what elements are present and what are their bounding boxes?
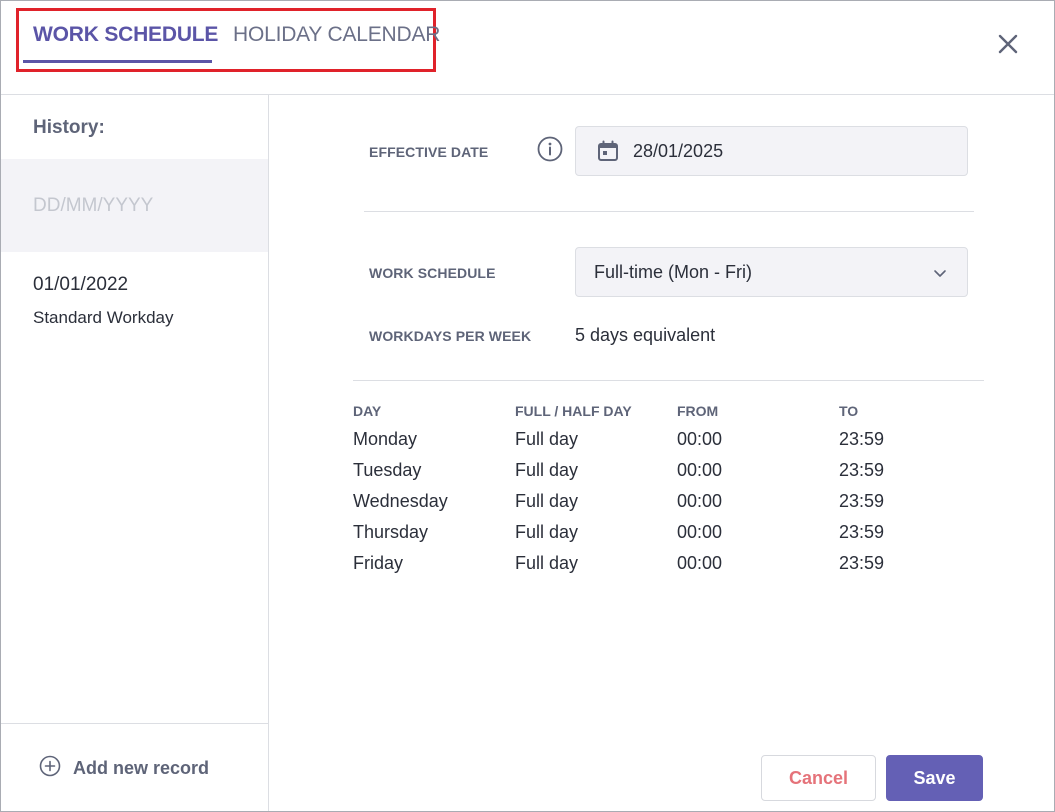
cell-to: 23:59	[839, 553, 885, 573]
header-day: DAY	[353, 403, 382, 419]
cell-from: 00:00	[677, 429, 723, 449]
draft-date-placeholder: DD/MM/YYYY	[33, 195, 154, 216]
cell-day-type: Full day	[515, 429, 579, 449]
plus-circle-icon	[39, 755, 61, 782]
header-to: TO	[839, 403, 859, 419]
table-row: Wednesday Full day 00:00 23:59	[353, 491, 953, 522]
work-schedule-value: Full-time (Mon - Fri)	[594, 262, 752, 282]
table-row: Monday Full day 00:00 23:59	[353, 429, 953, 460]
tab-work-schedule[interactable]: WORK SCHEDULE	[33, 23, 218, 47]
cell-day-type: Full day	[515, 553, 579, 573]
cancel-button[interactable]: Cancel	[761, 755, 876, 801]
cell-day-type: Full day	[515, 522, 579, 542]
table-divider	[353, 380, 984, 381]
cell-to: 23:59	[839, 491, 885, 511]
active-tab-underline	[23, 60, 212, 63]
chevron-down-icon	[932, 265, 948, 281]
effective-date-label: EFFECTIVE DATE	[369, 144, 489, 160]
add-new-record-button[interactable]: Add new record	[39, 755, 210, 782]
cell-from: 00:00	[677, 460, 723, 480]
close-icon[interactable]	[995, 31, 1021, 57]
history-item[interactable]: 01/01/2022 Standard Workday	[1, 252, 268, 342]
cell-from: 00:00	[677, 522, 723, 542]
cell-day: Tuesday	[353, 460, 422, 480]
form-divider	[364, 211, 974, 212]
work-schedule-dialog: WORK SCHEDULE HOLIDAY CALENDAR History: …	[0, 0, 1055, 812]
history-sidebar: History: DD/MM/YYYY 01/01/2022 Standard …	[1, 95, 269, 811]
schedule-table: DAY FULL / HALF DAY FROM TO Monday Full …	[353, 400, 953, 584]
calendar-icon[interactable]	[596, 139, 620, 163]
history-item-draft[interactable]: DD/MM/YYYY	[1, 159, 268, 252]
cell-day-type: Full day	[515, 460, 579, 480]
tab-holiday-calendar[interactable]: HOLIDAY CALENDAR	[233, 23, 440, 47]
save-button[interactable]: Save	[886, 755, 983, 801]
header-full-half-day: FULL / HALF DAY	[515, 403, 632, 419]
table-row: Thursday Full day 00:00 23:59	[353, 522, 953, 553]
work-schedule-label: WORK SCHEDULE	[369, 265, 496, 281]
cell-to: 23:59	[839, 429, 885, 449]
work-schedule-select[interactable]: Full-time (Mon - Fri)	[575, 247, 968, 297]
table-row: Tuesday Full day 00:00 23:59	[353, 460, 953, 491]
table-header: DAY FULL / HALF DAY FROM TO	[353, 400, 953, 429]
dialog-header: WORK SCHEDULE HOLIDAY CALENDAR	[1, 1, 1054, 95]
cell-day: Friday	[353, 553, 404, 573]
history-title: History:	[33, 117, 105, 138]
workdays-per-week-value: 5 days equivalent	[575, 325, 716, 345]
history-item-date: 01/01/2022	[33, 274, 129, 295]
cell-day-type: Full day	[515, 491, 579, 511]
workdays-per-week-label: WORKDAYS PER WEEK	[369, 328, 532, 344]
effective-date-input[interactable]: 28/01/2025	[575, 126, 968, 176]
cell-to: 23:59	[839, 460, 885, 480]
header-from: FROM	[677, 403, 719, 419]
cell-day: Wednesday	[353, 491, 448, 511]
sidebar-footer: Add new record	[1, 723, 268, 811]
schedule-form: EFFECTIVE DATE 28/01/2025 WORK SCHEDULE	[269, 95, 1054, 811]
cell-day: Monday	[353, 429, 418, 449]
cell-from: 00:00	[677, 491, 723, 511]
history-item-name: Standard Workday	[33, 308, 174, 327]
cell-to: 23:59	[839, 522, 885, 542]
table-row: Friday Full day 00:00 23:59	[353, 553, 953, 584]
add-new-record-label: Add new record	[73, 757, 210, 778]
cell-from: 00:00	[677, 553, 723, 573]
info-icon[interactable]	[537, 136, 563, 162]
effective-date-value: 28/01/2025	[633, 141, 724, 161]
cell-day: Thursday	[353, 522, 429, 542]
